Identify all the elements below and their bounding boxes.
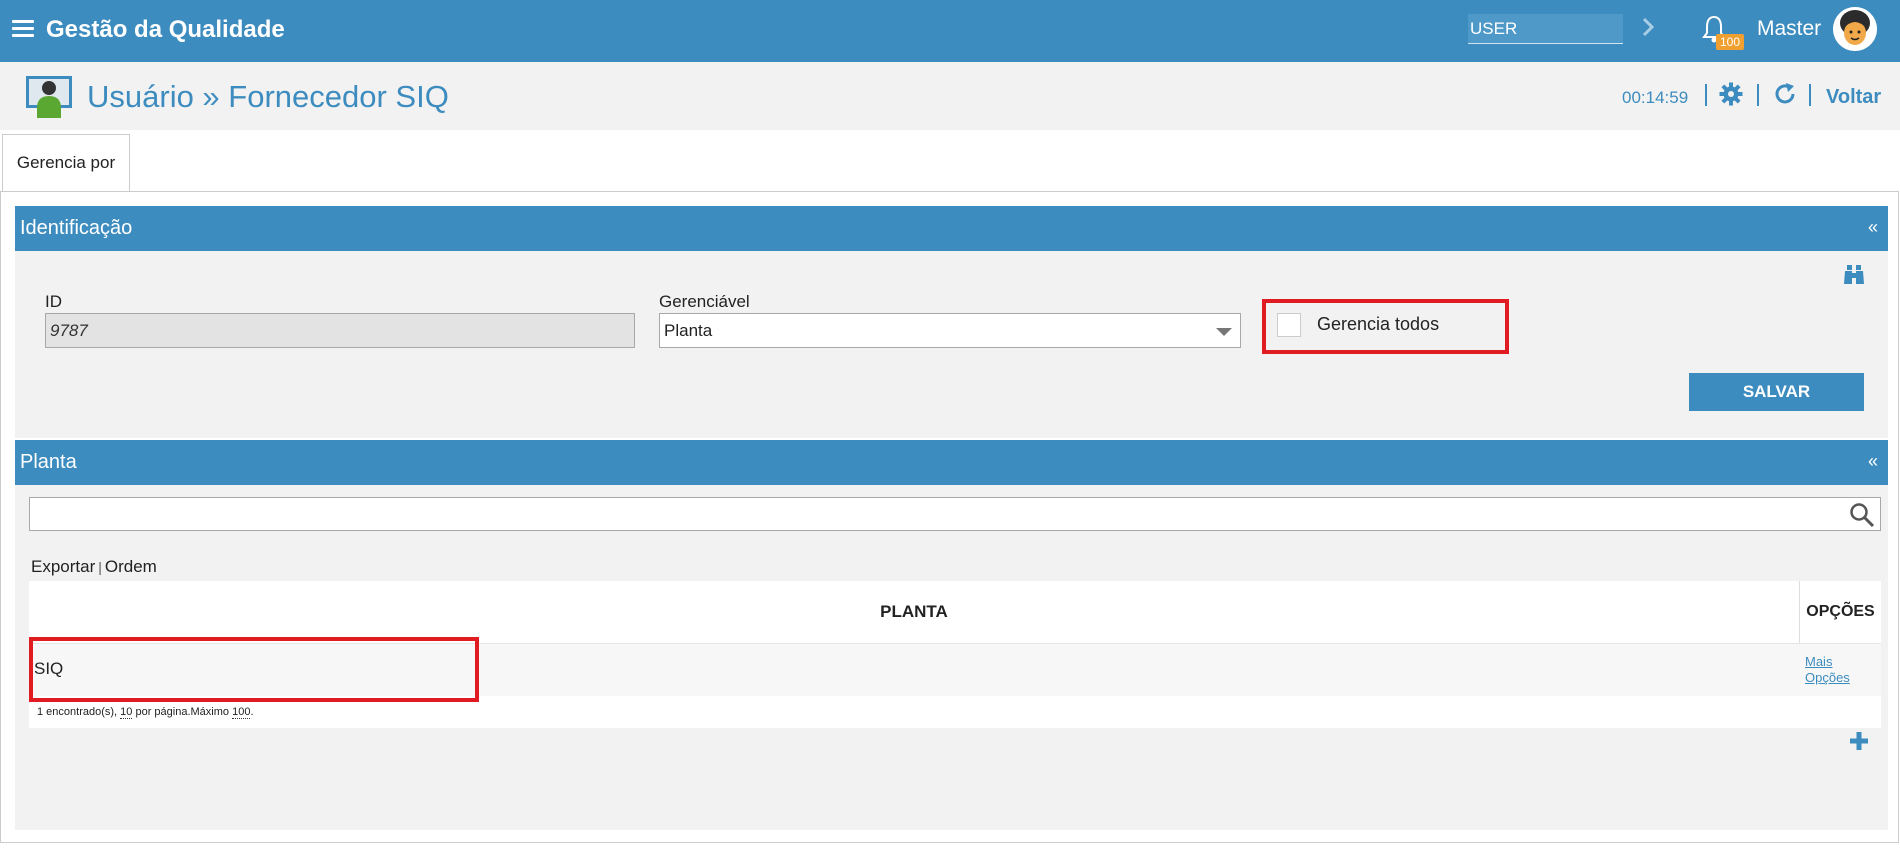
section-title: Planta <box>20 451 77 473</box>
max-value[interactable]: 100 <box>232 706 251 719</box>
gerenciavel-select[interactable]: Planta <box>659 313 1241 348</box>
per-page-value[interactable]: 10 <box>120 706 133 719</box>
separator: | <box>98 559 102 575</box>
highlight-box <box>29 637 479 702</box>
page-header: Usuário » Fornecedor SIQ 00:14:59 Voltar <box>0 62 1900 130</box>
separator <box>1809 84 1811 106</box>
export-link[interactable]: Exportar <box>31 557 95 576</box>
separator <box>1705 84 1707 106</box>
column-header-planta[interactable]: PLANTA <box>29 581 1799 643</box>
refresh-icon[interactable] <box>1773 82 1797 106</box>
gerencia-todos-checkbox[interactable] <box>1277 313 1301 337</box>
save-button[interactable]: SALVAR <box>1689 373 1864 411</box>
session-timer: 00:14:59 <box>1622 88 1689 107</box>
planta-section: Planta « Exportar | Ordem PLANTA OPÇÕES SI… <box>15 440 1888 830</box>
identificacao-header[interactable]: Identificação « <box>15 206 1888 251</box>
separator <box>1757 84 1759 106</box>
chevron-right-icon[interactable] <box>1638 14 1658 40</box>
more-options-link[interactable]: Mais Opções <box>1805 654 1850 686</box>
tab-gerencia-por[interactable]: Gerencia por <box>2 134 130 192</box>
app-title: Gestão da Qualidade <box>46 16 285 43</box>
gerenciavel-label: Gerenciável <box>659 292 750 311</box>
section-title: Identificação <box>20 217 133 239</box>
more-options-line1: Mais <box>1805 654 1833 669</box>
page-title: Usuário » Fornecedor SIQ <box>87 79 449 114</box>
top-bar: Gestão da Qualidade 100 Master <box>0 0 1900 62</box>
notification-badge: 100 <box>1716 34 1744 50</box>
select-value: Planta <box>664 321 713 340</box>
binoculars-icon[interactable] <box>1842 264 1866 286</box>
more-options-line2: Opções <box>1805 670 1850 685</box>
id-label: ID <box>45 292 62 311</box>
search-icon[interactable] <box>1849 502 1875 528</box>
collapse-icon[interactable]: « <box>1868 451 1878 472</box>
footer-mid: por página.Máximo <box>132 706 233 718</box>
identificacao-section: Identificação « ID 9787 Gerenciável Plan… <box>15 206 1888 438</box>
id-field: 9787 <box>45 313 635 348</box>
table-header: PLANTA OPÇÕES <box>29 581 1881 643</box>
user-search-input[interactable] <box>1468 14 1623 44</box>
user-monitor-icon <box>26 76 72 118</box>
footer-prefix: 1 encontrado(s), <box>37 706 121 718</box>
table-actions: Exportar | Ordem <box>31 557 157 577</box>
pagination-info: 1 encontrado(s), 10 por página.Máximo 10… <box>37 706 254 719</box>
gear-icon[interactable] <box>1719 82 1743 106</box>
plus-icon[interactable] <box>1848 730 1870 752</box>
collapse-icon[interactable]: « <box>1868 217 1878 238</box>
username[interactable]: Master <box>1757 17 1821 41</box>
avatar[interactable] <box>1833 7 1877 51</box>
search-input[interactable] <box>29 497 1881 531</box>
chevron-down-icon <box>1216 328 1232 336</box>
footer-suffix: . <box>250 706 254 718</box>
back-link[interactable]: Voltar <box>1826 86 1881 109</box>
menu-icon[interactable] <box>12 20 34 38</box>
column-header-opcoes: OPÇÕES <box>1799 581 1881 643</box>
gerencia-todos-label: Gerencia todos <box>1317 314 1440 334</box>
order-link[interactable]: Ordem <box>105 557 157 576</box>
planta-header[interactable]: Planta « <box>15 440 1888 485</box>
